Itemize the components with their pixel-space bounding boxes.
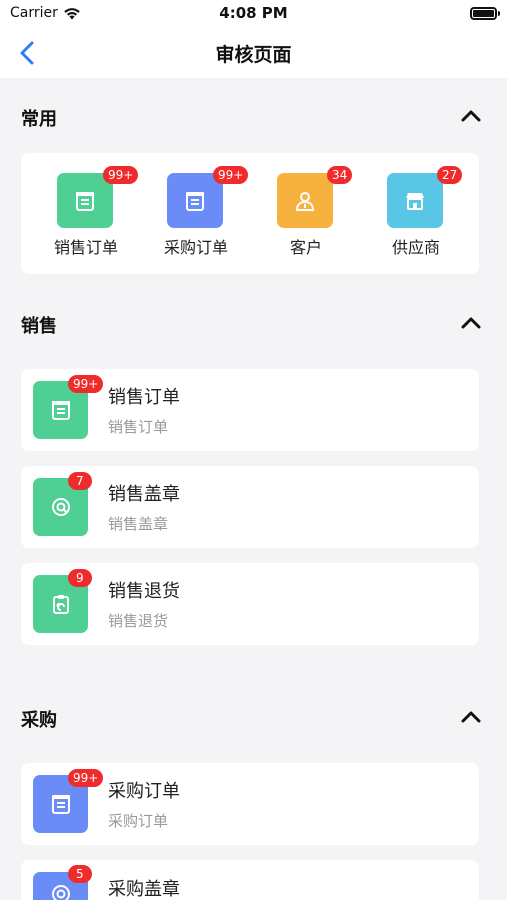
list-item-title: 销售盖章	[108, 484, 180, 505]
quick-item-label: 客户	[289, 238, 322, 257]
count-badge: 99+	[68, 375, 104, 393]
count-badge: 99+	[68, 769, 104, 787]
chevron-up-icon	[461, 317, 481, 329]
count-badge: 27	[437, 166, 463, 184]
count-badge: 99+	[213, 166, 249, 184]
chevron-up-icon	[461, 711, 481, 723]
quick-item-label: 销售订单	[53, 238, 118, 257]
count-badge: 34	[327, 166, 353, 184]
list-item-sales-stamp[interactable]: 7 销售盖章 销售盖章	[21, 466, 479, 548]
chevron-up-icon	[461, 110, 481, 122]
list-item-purchase-stamp[interactable]: 5 采购盖章	[21, 860, 479, 900]
section-header-common: 常用	[0, 96, 507, 136]
section-title: 采购	[21, 710, 57, 731]
quick-item-purchase-order[interactable]: 99+ 采购订单	[141, 153, 251, 274]
status-bar: Carrier 4:08 PM	[0, 0, 507, 28]
collapse-toggle-common[interactable]	[457, 104, 485, 128]
section-header-purchase: 采购	[0, 697, 507, 737]
page-title: 审核页面	[215, 44, 292, 66]
section-title: 销售	[21, 316, 57, 337]
quick-item-sales-order[interactable]: 99+ 销售订单	[31, 153, 141, 274]
nav-bar: 审核页面	[0, 28, 507, 78]
collapse-toggle-purchase[interactable]	[457, 705, 485, 729]
list-item-sales-order[interactable]: 99+ 销售订单 销售订单	[21, 369, 479, 451]
quick-access-card: 99+ 销售订单 99+ 采购订单 34 客户 27 供应商	[21, 153, 479, 274]
count-badge: 7	[68, 472, 92, 490]
quick-item-customer[interactable]: 34 客户	[251, 153, 361, 274]
quick-item-supplier[interactable]: 27 供应商	[361, 153, 471, 274]
count-badge: 9	[68, 569, 92, 587]
list-item-subtitle: 销售订单	[108, 418, 169, 436]
list-item-subtitle: 销售盖章	[108, 515, 169, 533]
section-header-sales: 销售	[0, 303, 507, 343]
list-item-subtitle: 采购订单	[108, 812, 169, 830]
quick-item-label: 供应商	[391, 238, 440, 257]
list-item-title: 销售退货	[108, 581, 180, 602]
list-item-purchase-order[interactable]: 99+ 采购订单 采购订单	[21, 763, 479, 845]
section-title: 常用	[21, 109, 57, 130]
quick-item-label: 采购订单	[163, 238, 228, 257]
count-badge: 99+	[103, 166, 139, 184]
status-time: 4:08 PM	[219, 4, 288, 22]
list-item-sales-return[interactable]: 9 销售退货 销售退货	[21, 563, 479, 645]
customer-icon	[277, 173, 333, 228]
store-icon	[387, 173, 443, 228]
list-item-title: 采购订单	[108, 781, 180, 802]
list-item-title: 采购盖章	[108, 879, 180, 900]
count-badge: 5	[68, 865, 92, 883]
battery-icon	[470, 7, 500, 20]
list-item-subtitle: 销售退货	[108, 612, 169, 630]
list-item-title: 销售订单	[108, 387, 180, 408]
collapse-toggle-sales[interactable]	[457, 311, 485, 335]
